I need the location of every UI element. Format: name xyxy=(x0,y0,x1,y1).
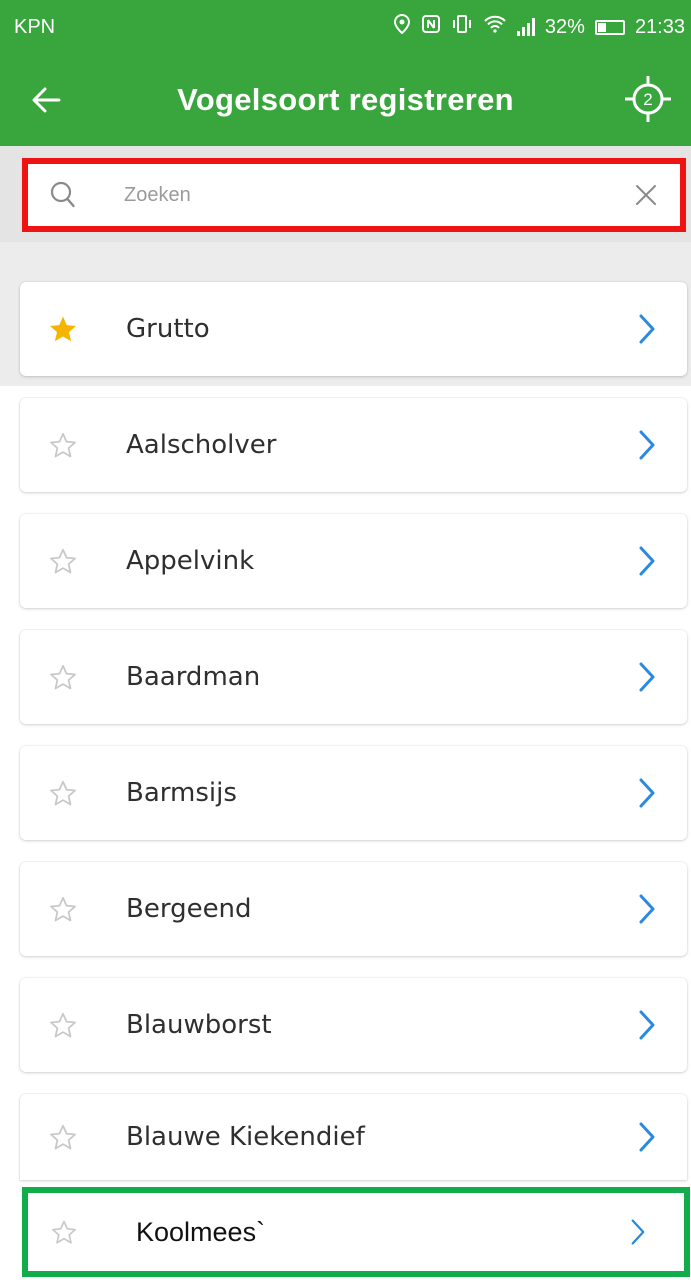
list-item-label: Blauwborst xyxy=(126,1010,272,1040)
list-item-label: Blauwe Kiekendief xyxy=(126,1122,365,1152)
star-outline-icon[interactable] xyxy=(48,894,96,924)
list-item[interactable]: Appelvink xyxy=(20,514,687,608)
close-icon[interactable] xyxy=(616,183,676,207)
star-outline-icon[interactable] xyxy=(48,430,96,460)
chevron-right-icon xyxy=(627,1009,667,1041)
chevron-right-icon xyxy=(627,893,667,925)
chevron-right-icon xyxy=(627,1121,667,1153)
list-item[interactable]: Bergeend xyxy=(20,862,687,956)
clock: 21:33 xyxy=(634,15,685,38)
list-item[interactable]: Baardman xyxy=(20,630,687,724)
status-icons: 32% 21:33 xyxy=(393,13,685,40)
star-filled-icon[interactable] xyxy=(48,314,96,344)
star-outline-icon[interactable] xyxy=(48,546,96,576)
chevron-right-icon xyxy=(627,777,667,809)
list-item-label: Appelvink xyxy=(126,546,255,576)
star-outline-icon[interactable] xyxy=(48,1122,96,1152)
list-item-label: Grutto xyxy=(126,314,210,344)
list-item[interactable]: Barmsijs xyxy=(20,746,687,840)
star-outline-icon[interactable] xyxy=(48,662,96,692)
star-outline-icon[interactable] xyxy=(48,778,96,808)
chevron-right-icon xyxy=(627,313,667,345)
star-outline-icon[interactable] xyxy=(48,1010,96,1040)
carrier-label: KPN xyxy=(14,15,56,38)
list-item[interactable]: Blauwe Kiekendief xyxy=(20,1094,687,1180)
location-target-button[interactable]: 2 xyxy=(619,70,677,128)
arrow-left-icon xyxy=(32,87,61,113)
location-pin-icon xyxy=(393,13,411,40)
chevron-right-icon xyxy=(618,1218,658,1246)
signal-strength-icon xyxy=(516,18,535,36)
list-item[interactable]: Aalscholver xyxy=(20,398,687,492)
page-title: Vogelsoort registreren xyxy=(177,82,514,117)
search-input[interactable] xyxy=(124,183,616,207)
location-count: 2 xyxy=(643,90,652,109)
highlighted-list-item[interactable]: Koolmees` xyxy=(22,1187,690,1277)
favorite-item-grutto[interactable]: Grutto xyxy=(20,282,687,376)
crosshair-icon: 2 xyxy=(625,76,671,122)
wifi-icon xyxy=(483,14,507,40)
list-item-label: Koolmees` xyxy=(136,1216,266,1247)
status-bar: KPN 32% 21:33 xyxy=(0,0,691,54)
search-icon xyxy=(50,181,94,209)
list-item[interactable]: Blauwborst xyxy=(20,978,687,1072)
list-item-label: Baardman xyxy=(126,662,261,692)
list-item-label: Bergeend xyxy=(126,894,252,924)
app-bar: Vogelsoort registreren 2 xyxy=(0,54,691,146)
battery-icon xyxy=(594,19,625,35)
chevron-right-icon xyxy=(627,661,667,693)
nfc-icon xyxy=(421,14,441,40)
list-item-label: Aalscholver xyxy=(126,430,277,460)
list-item-label: Barmsijs xyxy=(126,778,237,808)
back-button[interactable] xyxy=(20,74,72,126)
search-bar xyxy=(22,158,686,232)
chevron-right-icon xyxy=(627,429,667,461)
battery-percent: 32% xyxy=(544,15,585,38)
vibrate-icon xyxy=(451,14,473,40)
star-outline-icon[interactable] xyxy=(50,1218,98,1246)
chevron-right-icon xyxy=(627,545,667,577)
